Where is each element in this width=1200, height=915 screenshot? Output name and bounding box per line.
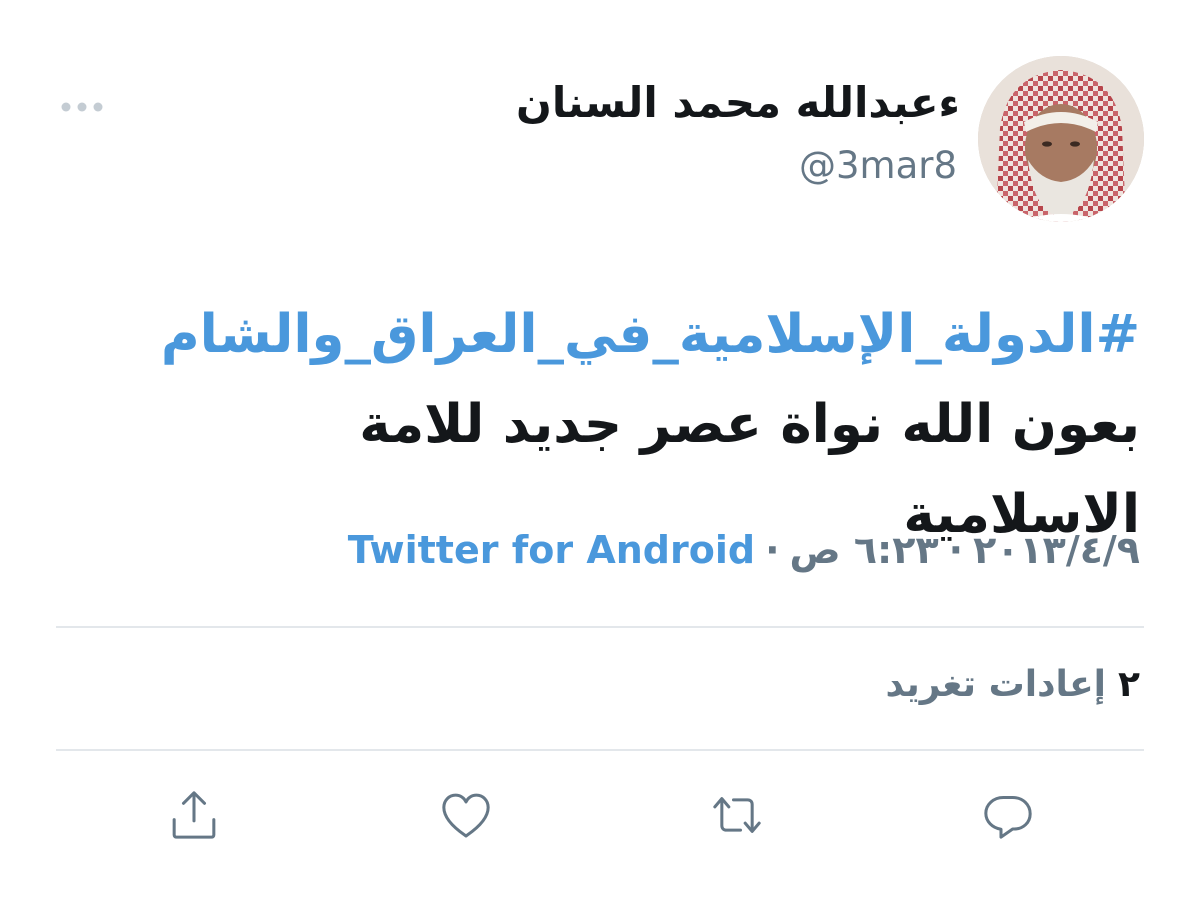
- tweet-date: ٢٠١٣/٤/٩: [973, 528, 1140, 572]
- tweet-time: ٦:٢٣ ص: [789, 528, 939, 572]
- meta-separator: ·: [765, 528, 780, 572]
- author-display-name[interactable]: ءعبدالله محمد السنان: [516, 78, 960, 127]
- tweet-meta: ٢٠١٣/٤/٩·٦:٢٣ ص·Twitter for Android: [348, 528, 1140, 572]
- more-options-button[interactable]: [58, 92, 106, 122]
- share-icon: [172, 791, 216, 839]
- divider: [56, 749, 1144, 751]
- tweet-text: #الدولة_الإسلامية_في_العراق_والشام بعون …: [140, 290, 1140, 560]
- avatar[interactable]: [978, 56, 1144, 222]
- divider: [56, 626, 1144, 628]
- tweet-source-link[interactable]: Twitter for Android: [348, 528, 755, 572]
- tweet-hashtag-link[interactable]: #الدولة_الإسلامية_في_العراق_والشام: [140, 290, 1140, 380]
- reply-button[interactable]: [978, 785, 1038, 845]
- more-dots-icon: [61, 102, 103, 112]
- retweet-icon: [713, 797, 761, 833]
- share-button[interactable]: [164, 785, 224, 845]
- retweets-label: إعادات تغريد: [885, 664, 1107, 705]
- retweets-count: ٢: [1118, 664, 1140, 705]
- retweets-stat[interactable]: ٢ إعادات تغريد: [885, 664, 1140, 705]
- author-handle[interactable]: @3mar8: [799, 144, 957, 187]
- heart-icon: [442, 793, 490, 838]
- like-button[interactable]: [436, 785, 496, 845]
- meta-separator: ·: [948, 528, 964, 572]
- reply-icon: [984, 795, 1032, 839]
- retweet-button[interactable]: [707, 785, 767, 845]
- avatar-image: [978, 56, 1144, 222]
